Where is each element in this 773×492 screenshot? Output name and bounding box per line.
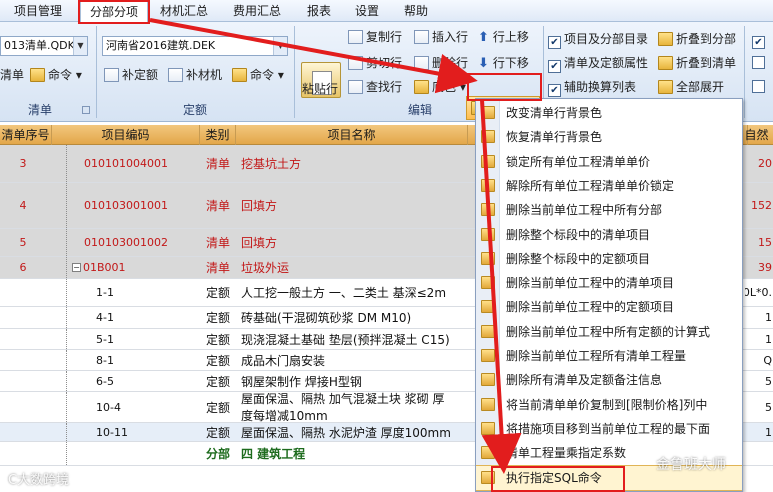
- annotation-arrows: [149, 18, 522, 474]
- arrow-to-command: [149, 18, 478, 94]
- watermark-left: C大数跨境: [8, 473, 70, 488]
- watermark-right: 金鲁班大师: [656, 457, 726, 473]
- arrow-to-sql: [480, 99, 522, 474]
